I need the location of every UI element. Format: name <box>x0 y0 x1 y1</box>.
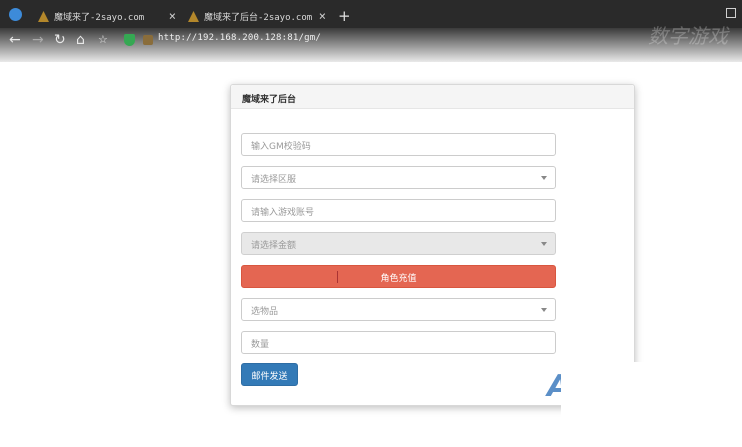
new-tab-button[interactable]: + <box>338 7 351 25</box>
recharge-button-label: 角色充值 <box>380 274 417 284</box>
chevron-down-icon <box>541 242 547 246</box>
close-tab-icon[interactable]: × <box>169 9 176 23</box>
tab-bar: 魔域来了-2sayo.com × 魔域来了后台-2sayo.com × + <box>0 0 742 28</box>
chevron-down-icon <box>541 176 547 180</box>
close-tab-icon[interactable]: × <box>319 9 326 23</box>
tab-admin[interactable]: 魔域来了后台-2sayo.com × <box>188 5 326 28</box>
window-menu-icon[interactable] <box>726 8 736 18</box>
server-select[interactable]: 请选择区服 <box>241 166 556 189</box>
server-select-value: 请选择区服 <box>251 175 297 185</box>
send-mail-button[interactable]: 邮件发送 <box>241 363 298 386</box>
text-cursor-icon <box>337 271 338 283</box>
browser-logo-icon[interactable] <box>9 8 22 21</box>
back-icon[interactable]: ← <box>9 32 21 48</box>
nav-bar: ← → ↻ ⌂ ☆ <box>0 28 742 54</box>
panel-title: 魔域来了后台 <box>231 85 634 109</box>
favorites-icon[interactable]: ☆ <box>98 32 108 48</box>
tab-title: 魔域来了后台-2sayo.com <box>204 13 313 23</box>
forward-icon[interactable]: → <box>32 32 44 48</box>
reload-icon[interactable]: ↻ <box>54 32 66 48</box>
site-favicon-icon <box>188 11 199 22</box>
gm-panel: 魔域来了后台 输入GM校验码 请选择区服 请输入游戏账号 请选择金额 角色充值 … <box>230 84 635 406</box>
site-favicon-icon <box>38 11 49 22</box>
account-input[interactable]: 请输入游戏账号 <box>241 199 556 222</box>
watermark: 数字游戏 <box>648 24 728 48</box>
address-bar[interactable]: http://192.168.200.128:81/gm/ <box>158 33 321 43</box>
tab-title: 魔域来了-2sayo.com <box>54 13 145 23</box>
overlay-block <box>561 362 742 447</box>
security-shield-icon[interactable] <box>124 34 135 46</box>
home-icon[interactable]: ⌂ <box>76 32 85 48</box>
browser-chrome: 魔域来了-2sayo.com × 魔域来了后台-2sayo.com × + ← … <box>0 0 742 62</box>
gm-code-input[interactable]: 输入GM校验码 <box>241 133 556 156</box>
tab-game[interactable]: 魔域来了-2sayo.com × <box>38 5 176 28</box>
item-select[interactable]: 选物品 <box>241 298 556 321</box>
chevron-down-icon <box>541 308 547 312</box>
amount-select-value: 请选择金额 <box>251 241 297 251</box>
quantity-input[interactable]: 数量 <box>241 331 556 354</box>
item-select-value: 选物品 <box>251 307 279 317</box>
recharge-button[interactable]: 角色充值 <box>241 265 556 288</box>
amount-select[interactable]: 请选择金额 <box>241 232 556 255</box>
site-info-icon[interactable] <box>143 35 153 45</box>
